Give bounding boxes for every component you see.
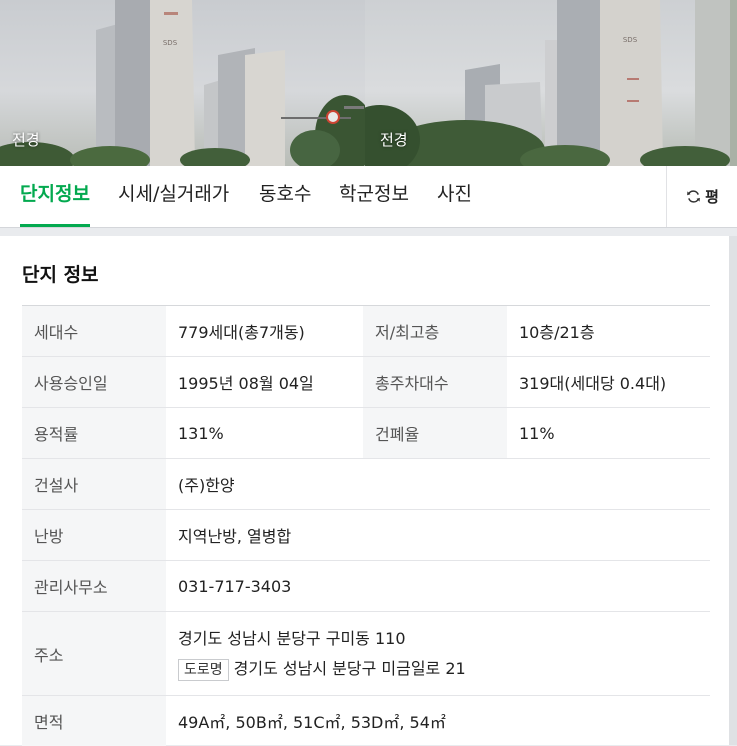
section-gap [0, 228, 737, 236]
table-row: 주소 경기도 성남시 분당구 구미동 110 도로명 경기도 성남시 분당구 미금… [22, 612, 710, 696]
households-label: 세대수 [22, 306, 166, 357]
floors-value: 10층/21층 [507, 306, 710, 357]
building-coverage-label: 건폐율 [363, 408, 507, 459]
floor-area-ratio-label: 용적률 [22, 408, 166, 459]
households-value: 779세대(총7개동) [166, 306, 363, 357]
photo-caption-1: 전경 [12, 129, 40, 150]
table-row: 세대수 779세대(총7개동) 저/최고층 10층/21층 [22, 306, 710, 357]
lot-address: 경기도 성남시 분당구 구미동 110 [178, 624, 698, 654]
heating-value: 지역난방, 열병합 [166, 510, 710, 561]
management-office-label: 관리사무소 [22, 561, 166, 612]
photo-exterior-2[interactable]: SDS 전경 [365, 0, 730, 166]
refresh-icon [686, 189, 701, 204]
area-label: 면적 [22, 696, 166, 746]
road-name-badge: 도로명 [178, 659, 229, 681]
road-address-line: 도로명 경기도 성남시 분당구 미금일로 21 [178, 654, 698, 684]
table-row: 건설사 (주)한양 [22, 459, 710, 510]
management-office-phone[interactable]: 031-717-3403 [166, 561, 710, 612]
page-right-edge [729, 236, 737, 745]
complex-info-table: 세대수 779세대(총7개동) 저/최고층 10층/21층 사용승인일 1995… [22, 305, 710, 746]
table-row: 사용승인일 1995년 08월 04일 총주차대수 319대(세대당 0.4대) [22, 357, 710, 408]
table-row: 용적률 131% 건폐율 11% [22, 408, 710, 459]
parking-value: 319대(세대당 0.4대) [507, 357, 710, 408]
tab-photos[interactable]: 사진 [437, 166, 472, 227]
floors-label: 저/최고층 [363, 306, 507, 357]
section-title: 단지 정보 [22, 260, 99, 287]
complex-info-card: 단지 정보 세대수 779세대(총7개동) 저/최고층 10층/21층 사용승인… [0, 236, 729, 745]
unit-toggle-button[interactable]: 평 [666, 166, 737, 227]
floor-area-ratio-value: 131% [166, 408, 363, 459]
photo-exterior-1[interactable]: SDS 전경 [0, 0, 365, 166]
table-row: 면적 49A㎡, 50B㎡, 51C㎡, 53D㎡, 54㎡ [22, 696, 710, 746]
photo-strip-edge [730, 0, 737, 166]
parking-label: 총주차대수 [363, 357, 507, 408]
builder-value: (주)한양 [166, 459, 710, 510]
tab-unit-numbers[interactable]: 동호수 [259, 166, 311, 227]
building-sign-1: SDS [163, 39, 178, 47]
table-row: 관리사무소 031-717-3403 [22, 561, 710, 612]
area-value: 49A㎡, 50B㎡, 51C㎡, 53D㎡, 54㎡ [166, 696, 710, 746]
building-sign-2: SDS [623, 36, 638, 44]
tab-complex-info[interactable]: 단지정보 [20, 166, 90, 227]
tab-school-info[interactable]: 학군정보 [339, 166, 409, 227]
apartment-photo-1: SDS [0, 0, 365, 166]
builder-label: 건설사 [22, 459, 166, 510]
tab-bar: 단지정보 시세/실거래가 동호수 학군정보 사진 평 [0, 166, 737, 228]
unit-toggle-label: 평 [705, 186, 719, 207]
address-cell: 경기도 성남시 분당구 구미동 110 도로명 경기도 성남시 분당구 미금일로 … [166, 612, 710, 696]
building-coverage-value: 11% [507, 408, 710, 459]
tab-price-transactions[interactable]: 시세/실거래가 [118, 166, 229, 227]
table-row: 난방 지역난방, 열병합 [22, 510, 710, 561]
apartment-photo-2: SDS [365, 0, 730, 166]
address-label: 주소 [22, 612, 166, 696]
road-address: 경기도 성남시 분당구 미금일로 21 [234, 659, 466, 678]
approval-date-label: 사용승인일 [22, 357, 166, 408]
photo-caption-2: 전경 [380, 129, 408, 150]
heating-label: 난방 [22, 510, 166, 561]
approval-date-value: 1995년 08월 04일 [166, 357, 363, 408]
photo-strip: SDS 전경 SDS [0, 0, 737, 166]
